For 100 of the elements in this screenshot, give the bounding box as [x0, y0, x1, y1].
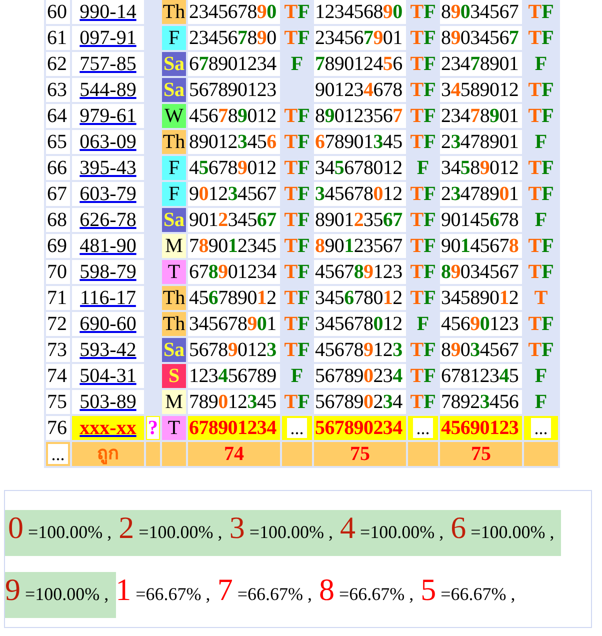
number-cell: 456789123 [314, 338, 406, 362]
row-number: 68 [46, 208, 70, 232]
number-cell: 34589012 [440, 78, 522, 102]
correct-label: ถูก [72, 442, 144, 466]
result-cell-text: TF [409, 390, 437, 414]
result-cell-text: TF [527, 104, 555, 128]
result-cell-text: TF [527, 182, 555, 206]
number-cell: 901234567 [188, 208, 280, 232]
number-cell: 567890123 [188, 338, 280, 362]
row-number: 63 [46, 78, 70, 102]
result-cell-text: TF [527, 234, 555, 258]
number-cell: 901234567 [188, 182, 280, 206]
result-cell-text: TF [527, 156, 555, 180]
question-mark: ? [147, 417, 159, 439]
number-cell: 890123567 [314, 208, 406, 232]
result-cell-text: TF [527, 78, 555, 102]
day-cell: Sa [162, 208, 186, 232]
result-cell-text: TF [409, 0, 437, 24]
number-cell: 456789012 [188, 286, 280, 310]
number-cell: 78923456 [440, 390, 522, 414]
day-cell: Th [162, 130, 186, 154]
row-number: 74 [46, 364, 70, 388]
digit-stat: 5=66.67% , [420, 572, 516, 609]
more-label: ... [48, 444, 68, 464]
digit-stat: 1=66.67% , [116, 572, 212, 609]
result-cell-text: TF [527, 26, 555, 50]
result-cell-text: TF [409, 234, 437, 258]
digit-stat: 0=100.00% , [5, 510, 119, 556]
day-cell: T [162, 416, 186, 440]
result-cell-text: TF [283, 104, 311, 128]
digit-stat: 8=66.67% , [318, 572, 415, 609]
number-cell: 789012345 [188, 390, 280, 414]
digit-stat: 6=100.00% , [450, 510, 562, 556]
day-cell: T [162, 260, 186, 284]
number-cell: 345678012 [314, 286, 406, 310]
number-cell: 789012345 [188, 234, 280, 258]
row-number: 65 [46, 130, 70, 154]
digit-stat: 4=100.00% , [340, 510, 451, 556]
number-cell: 123456890 [314, 0, 406, 24]
result-cell-text: F [416, 156, 430, 180]
number-cell: 90145678 [440, 208, 522, 232]
result-cell-text: TF [283, 182, 311, 206]
result-cell-text: TF [409, 78, 437, 102]
result-cell-text: TF [409, 104, 437, 128]
digit-stat: 2=100.00% , [118, 510, 230, 556]
number-cell: 345678012 [314, 182, 406, 206]
result-cell-text: TF [527, 338, 555, 362]
digit-stat: 7=66.67% , [217, 572, 313, 609]
row-number: 62 [46, 52, 70, 76]
result-cell-text: TF [527, 0, 555, 24]
number-cell: 23478901 [440, 182, 522, 206]
result-cell-text: F [534, 208, 548, 232]
result-cell-text: TF [409, 364, 437, 388]
row-number: 76 [46, 416, 70, 440]
number-cell: 45690123 [440, 416, 522, 440]
digit-stat: 3=100.00% , [229, 510, 340, 556]
number-cell: 890123567 [314, 234, 406, 258]
number-cell: 456789012 [188, 104, 280, 128]
count-cell: 75 [440, 442, 522, 466]
number-cell: 901234678 [314, 78, 406, 102]
number-cell: 678901234 [188, 260, 280, 284]
result-cell-text: F [534, 364, 548, 388]
count-cell: 75 [314, 442, 406, 466]
number-cell: 890123567 [314, 104, 406, 128]
result-cell-text: TF [527, 312, 555, 336]
row-number: 75 [46, 390, 70, 414]
row-number: 64 [46, 104, 70, 128]
result-cell-text: TF [283, 390, 311, 414]
digit-stat: 9=100.00% , [5, 572, 116, 618]
result-cell-text: TF [283, 234, 311, 258]
number-cell: 789012456 [314, 52, 406, 76]
result-cell-text: TF [283, 0, 311, 24]
row-number: 61 [46, 26, 70, 50]
number-cell: 456789123 [314, 260, 406, 284]
number-cell: 234567890 [188, 0, 280, 24]
result-cell-text: TF [283, 286, 311, 310]
number-cell: 34589012 [440, 286, 522, 310]
number-cell: 23478901 [440, 52, 522, 76]
result-cell-text: TF [283, 312, 311, 336]
day-cell: Sa [162, 52, 186, 76]
result-cell-text: TF [283, 208, 311, 232]
result-cell-text: TF [283, 156, 311, 180]
number-cell: 345678901 [188, 312, 280, 336]
number-cell: 123456789 [188, 364, 280, 388]
more-label: ... [287, 418, 307, 438]
number-cell: 234567890 [188, 26, 280, 50]
result-cell-text: F [534, 52, 548, 76]
number-cell: 234567901 [314, 26, 406, 50]
row-number: 67 [46, 182, 70, 206]
result-cell-text: F [534, 130, 548, 154]
day-cell: S [162, 364, 186, 388]
result-cell-text: F [290, 52, 304, 76]
result-cell-text: TF [409, 182, 437, 206]
number-cell: 890123456 [188, 130, 280, 154]
number-cell: 45690123 [440, 312, 522, 336]
row-number: 70 [46, 260, 70, 284]
row-number: 69 [46, 234, 70, 258]
number-cell: 89034567 [440, 26, 522, 50]
row-number: 66 [46, 156, 70, 180]
number-cell: 567890234 [314, 364, 406, 388]
